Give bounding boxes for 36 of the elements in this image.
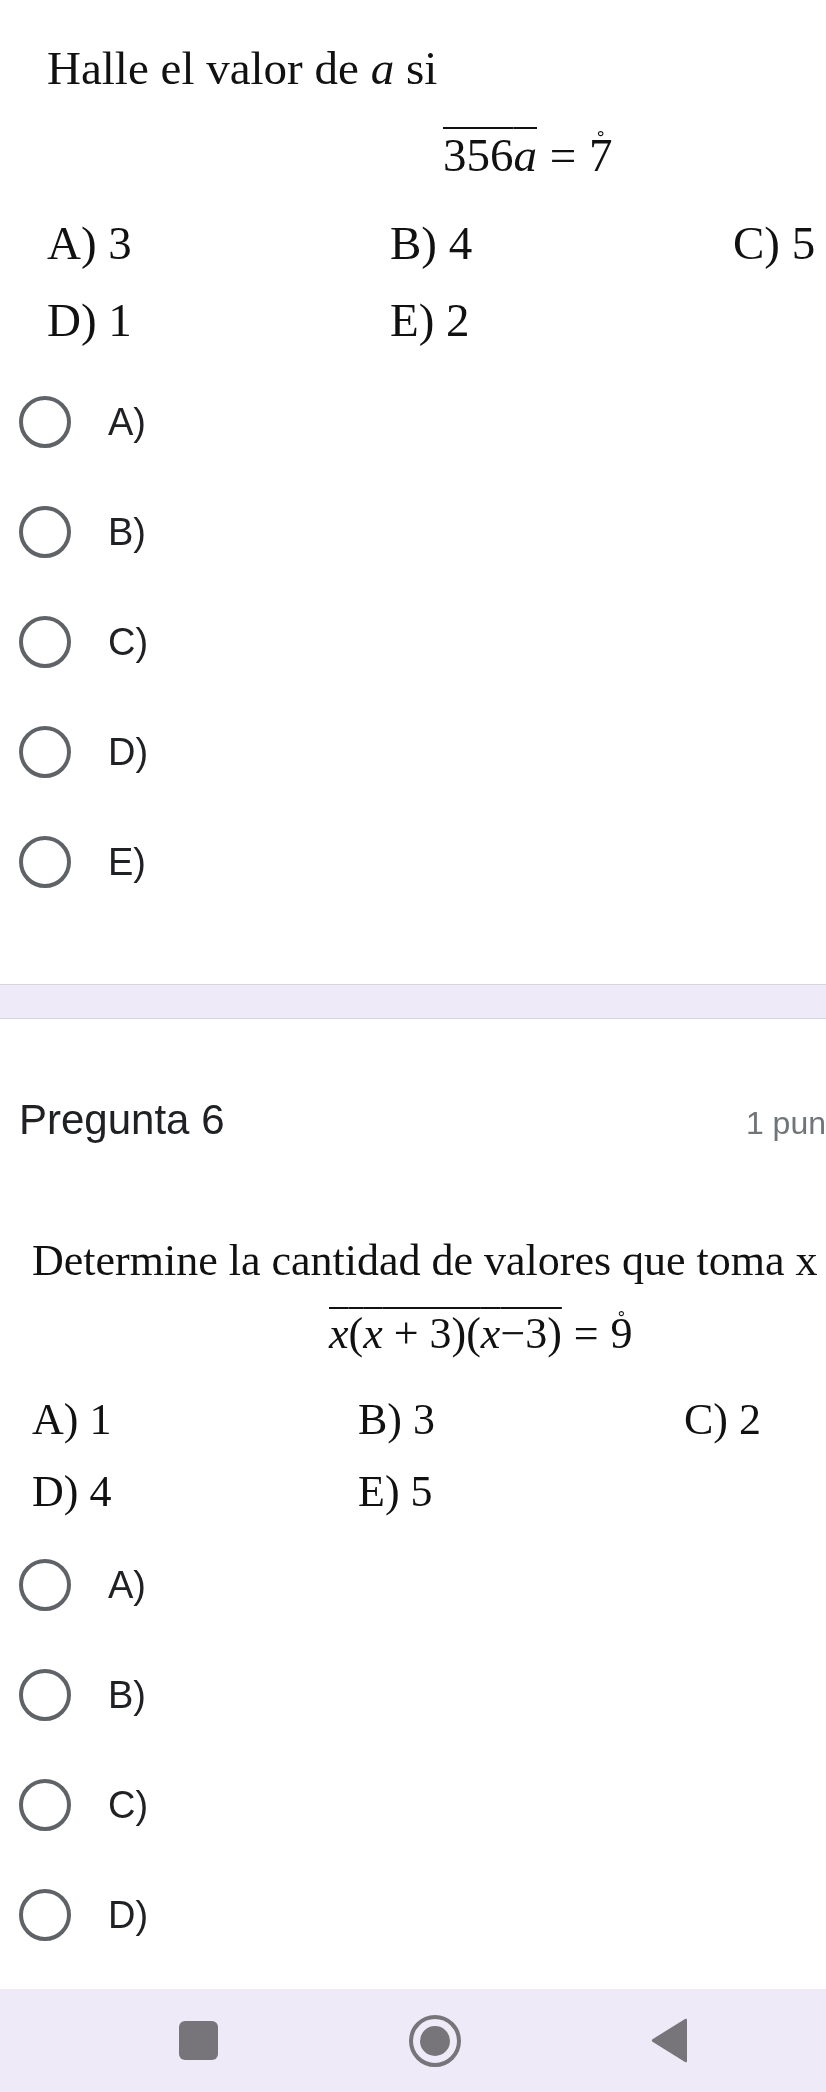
radio-button[interactable]: [19, 396, 71, 449]
answer-choice: E) 2: [390, 297, 470, 345]
radio-button[interactable]: [19, 1779, 71, 1832]
option-label[interactable]: D): [108, 1896, 149, 1935]
triangle-icon[interactable]: [651, 2018, 687, 2063]
answer-choice: B) 4: [390, 220, 473, 268]
option-label[interactable]: A): [108, 403, 146, 442]
answer-choice: A) 1: [32, 1398, 112, 1443]
answer-choice: C) 2: [684, 1398, 761, 1443]
radio-button[interactable]: [19, 616, 71, 669]
question-title: Pregunta 6: [19, 1099, 225, 1142]
radio-button[interactable]: [19, 836, 71, 889]
option-label[interactable]: C): [108, 1786, 149, 1825]
option-label[interactable]: B): [108, 513, 146, 552]
answer-choice: A) 3: [47, 220, 132, 268]
option-label[interactable]: E): [108, 843, 146, 882]
ring-icon[interactable]: [409, 2014, 461, 2067]
radio-button[interactable]: [19, 1559, 71, 1612]
radio-button[interactable]: [19, 1669, 71, 1722]
answer-choice: C) 5: [733, 220, 816, 268]
formula-text: x(x + 3)(x−3) = 9˚: [329, 1308, 634, 1361]
radio-button[interactable]: [19, 726, 71, 779]
question-text: Halle el valor de a si: [47, 45, 438, 92]
option-label[interactable]: C): [108, 623, 149, 662]
answer-choice: B) 3: [358, 1398, 435, 1443]
answer-choice: D) 1: [47, 297, 132, 345]
formula-text: 356a = 7˚: [443, 127, 614, 183]
question-text: Determine la cantidad de valores que toma x: [32, 1239, 818, 1284]
radio-button[interactable]: [19, 1889, 71, 1942]
radio-button[interactable]: [19, 506, 71, 559]
option-label[interactable]: B): [108, 1676, 146, 1715]
points-label: 1 pun: [745, 1107, 826, 1140]
option-label[interactable]: D): [108, 733, 149, 772]
answer-choice: D) 4: [32, 1470, 112, 1515]
answer-choice: E) 5: [358, 1470, 433, 1515]
option-label[interactable]: A): [108, 1566, 146, 1605]
